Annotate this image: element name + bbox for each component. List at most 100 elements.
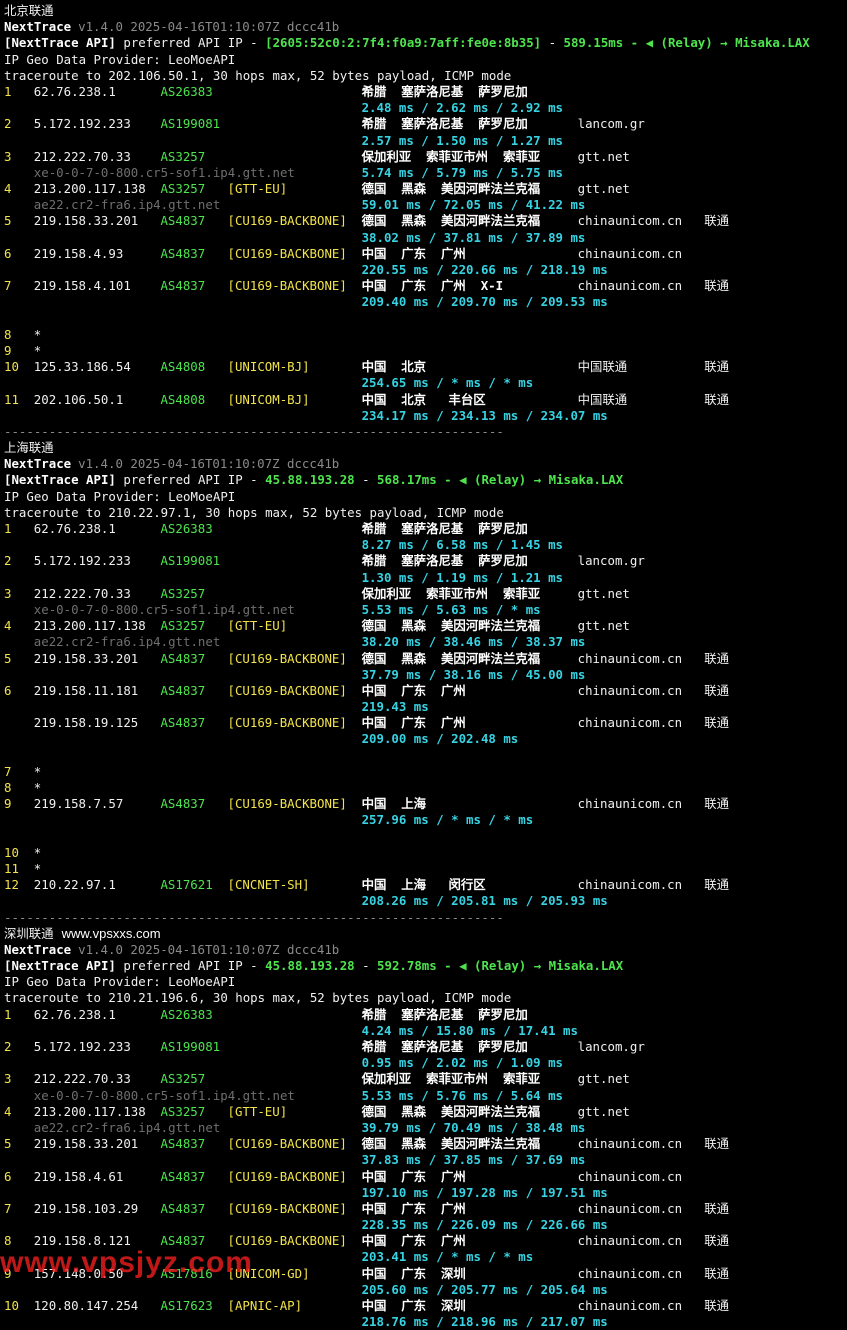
- hop-row: 8.27 ms / 6.58 ms / 1.45 ms: [4, 537, 847, 553]
- section-title: 上海联通: [4, 440, 847, 456]
- hop-rtt: 2.48 ms / 2.62 ms / 2.92 ms: [361, 100, 564, 116]
- hop-ip: 219.158.4.101: [33, 278, 131, 294]
- hop-geo: 中国 广东 广州 X-I: [361, 278, 504, 294]
- section-title: 北京联通: [4, 3, 847, 19]
- hop-row: 8 *: [4, 327, 847, 343]
- hop-isp: 联通: [704, 877, 730, 893]
- hop-row: 2 5.172.192.233 AS199081 希腊 塞萨洛尼基 萨罗尼加 lanco…: [4, 1039, 847, 1055]
- hop-ip: 212.222.70.33: [33, 1071, 131, 1087]
- hop-number: 4: [4, 1103, 12, 1119]
- hop-geo: 中国 北京: [361, 359, 427, 375]
- hop-domain: gtt.net: [577, 148, 630, 164]
- api-latency: 568.17ms: [377, 472, 437, 488]
- hop-hostname: ae22.cr2-fra6.ip4.gtt.net: [33, 634, 221, 650]
- hop-row: 2 5.172.192.233 AS199081 希腊 塞萨洛尼基 萨罗尼加 lanco…: [4, 553, 847, 569]
- hop-number: 7: [4, 763, 12, 779]
- hop-row: 4 213.200.117.138 AS3257 [GTT-EU] 德国 黑森 美因河畔…: [4, 1104, 847, 1120]
- hop-domain: lancom.gr: [577, 553, 645, 569]
- version-info: v1.4.0 2025-04-16T01:10:07Z dccc41b: [78, 456, 340, 472]
- hop-rtt: 5.74 ms / 5.79 ms / 5.75 ms: [361, 164, 564, 180]
- hop-geo: 中国 广东 广州: [361, 1233, 466, 1249]
- hop-ip: 210.22.97.1: [33, 877, 116, 893]
- hop-hostname: ae22.cr2-fra6.ip4.gtt.net: [33, 197, 221, 213]
- hop-tag: [CU169-BACKBONE]: [227, 682, 347, 698]
- hop-asn: AS4837: [160, 1200, 206, 1216]
- hop-row: 228.35 ms / 226.09 ms / 226.66 ms: [4, 1217, 847, 1233]
- hop-tag: [CU169-BACKBONE]: [227, 1168, 347, 1184]
- separator-line: ----------------------------------------…: [4, 424, 847, 440]
- hop-asn: AS3257: [160, 181, 206, 197]
- hop-number: 10: [4, 1298, 19, 1313]
- geo-provider-line: IP Geo Data Provider: LeoMoeAPI: [4, 489, 847, 505]
- hop-asn: AS4837: [160, 715, 206, 731]
- hop-number: 2: [4, 116, 12, 132]
- hop-row: 7 219.158.4.101 AS4837 [CU169-BACKBONE] 中国 广…: [4, 278, 847, 294]
- hop-rtt: 219.43 ms: [361, 699, 429, 715]
- hop-geo: 中国 上海 闵行区: [361, 877, 486, 893]
- api-line: [NextTrace API] preferred API IP - 45.88…: [4, 472, 847, 488]
- hop-asn: AS4837: [160, 213, 206, 229]
- version-line: NextTrace v1.4.0 2025-04-16T01:10:07Z dcc…: [4, 19, 847, 35]
- hop-row: 4.24 ms / 15.80 ms / 17.41 ms: [4, 1023, 847, 1039]
- hop-rtt: 254.65 ms / * ms / * ms: [361, 375, 534, 391]
- hop-number: 2: [4, 1039, 12, 1054]
- hop-row: 6 219.158.4.93 AS4837 [CU169-BACKBONE] 中国 广东…: [4, 246, 847, 262]
- hop-row: 0.95 ms / 2.02 ms / 1.09 ms: [4, 1055, 847, 1071]
- section-title-text: 上海联通: [4, 440, 54, 456]
- hop-tag: [CU169-BACKBONE]: [227, 245, 347, 261]
- hop-domain: chinaunicom.cn: [577, 213, 683, 229]
- terminal-output[interactable]: 北京联通 NextTrace v1.4.0 2025-04-16T01:10:07Z…: [4, 3, 847, 1330]
- hop-number: 3: [4, 1071, 12, 1087]
- hop-row: 6 219.158.4.61 AS4837 [CU169-BACKBONE] 中国 广东…: [4, 1169, 847, 1185]
- hop-ip: 219.158.4.61: [33, 1168, 124, 1184]
- hop-domain: lancom.gr: [577, 1039, 645, 1054]
- hop-row: 8 *: [4, 780, 847, 796]
- hop-geo: 中国 广东 广州: [361, 245, 466, 261]
- hop-geo: 德国 黑森 美因河畔法兰克福: [361, 213, 541, 229]
- hop-rtt: 205.60 ms / 205.77 ms / 205.64 ms: [361, 1281, 608, 1297]
- hop-tag: [CU169-BACKBONE]: [227, 1200, 347, 1216]
- hop-rtt: 257.96 ms / * ms / * ms: [361, 812, 534, 828]
- hop-row: 1 62.76.238.1 AS26383 希腊 塞萨洛尼基 萨罗尼加: [4, 521, 847, 537]
- hop-row: 3 212.222.70.33 AS3257 保加利亚 索菲亚市州 索菲亚 gtt.ne…: [4, 149, 847, 165]
- hop-rtt: 5.53 ms / 5.63 ms / * ms: [361, 601, 541, 617]
- hop-rtt: 228.35 ms / 226.09 ms / 226.66 ms: [361, 1217, 608, 1233]
- hop-row: 219.158.19.125 AS4837 [CU169-BACKBONE] 中国 广…: [4, 715, 847, 731]
- hop-asn: AS3257: [160, 1103, 206, 1119]
- terminal-window: { "watermark": "www.vpsjyz.com", "site_t…: [0, 0, 847, 1329]
- hop-number: 6: [4, 1168, 12, 1184]
- hop-domain: chinaunicom.cn: [577, 682, 683, 698]
- hop-ip: 213.200.117.138: [33, 1103, 146, 1119]
- watermark-text: www.vpsjyz.com: [0, 1246, 253, 1279]
- hop-row: ae22.cr2-fra6.ip4.gtt.net 39.79 ms / 70.4…: [4, 1120, 847, 1136]
- hop-domain: 中国联通: [577, 359, 628, 375]
- tool-name: NextTrace: [4, 456, 72, 472]
- hop-rtt: 208.26 ms / 205.81 ms / 205.93 ms: [361, 893, 608, 909]
- hop-ip: 219.158.33.201: [33, 1136, 139, 1152]
- hop-row: 12 210.22.97.1 AS17621 [CNCNET-SH] 中国 上海 闵行区…: [4, 877, 847, 893]
- hop-geo: 希腊 塞萨洛尼基 萨罗尼加: [361, 83, 528, 99]
- hop-ip: 202.106.50.1: [33, 391, 124, 407]
- api-latency: 592.78ms: [377, 958, 437, 974]
- api-ip: [2605:52c0:2:7f4:f0a9:7aff:fe0e:8b35]: [265, 35, 542, 51]
- hop-row: 5 219.158.33.201 AS4837 [CU169-BACKBONE] 德国 …: [4, 1136, 847, 1152]
- hop-geo: 中国 广东 广州: [361, 1200, 466, 1216]
- hop-asn: AS26383: [160, 83, 213, 99]
- geo-provider-text: IP Geo Data Provider: LeoMoeAPI: [4, 488, 236, 504]
- hop-domain: chinaunicom.cn: [577, 715, 683, 731]
- hop-isp: 联通: [704, 359, 730, 375]
- hop-geo: 德国 黑森 美因河畔法兰克福: [361, 181, 541, 197]
- api-line: [NextTrace API] preferred API IP - [2605…: [4, 35, 847, 51]
- hop-number: 2: [4, 553, 12, 569]
- hop-row: 37.79 ms / 38.16 ms / 45.00 ms: [4, 667, 847, 683]
- traceroute-text: traceroute to 210.21.196.6, 30 hops max,…: [4, 990, 512, 1006]
- hop-geo: 希腊 塞萨洛尼基 萨罗尼加: [361, 116, 528, 132]
- hop-domain: chinaunicom.cn: [577, 1265, 683, 1281]
- hop-row: 2 5.172.192.233 AS199081 希腊 塞萨洛尼基 萨罗尼加 lanco…: [4, 116, 847, 132]
- hop-asn: AS4837: [160, 1136, 206, 1152]
- hop-row: 2.57 ms / 1.50 ms / 1.27 ms: [4, 133, 847, 149]
- hop-domain: chinaunicom.cn: [577, 278, 683, 294]
- api-ip: 45.88.193.28: [265, 472, 355, 488]
- hop-domain: chinaunicom.cn: [577, 796, 683, 812]
- hop-rtt: 197.10 ms / 197.28 ms / 197.51 ms: [361, 1184, 608, 1200]
